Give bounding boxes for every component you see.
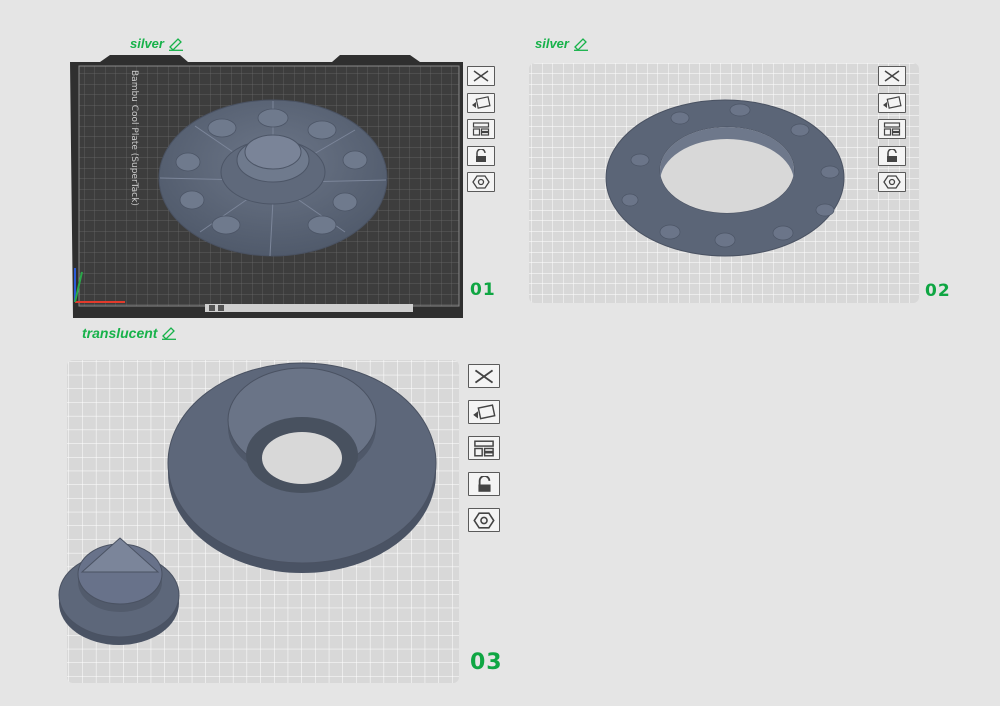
remove-plate-button[interactable]	[468, 364, 500, 388]
lock-icon	[476, 148, 486, 162]
plate-02[interactable]: silver 02	[500, 0, 1000, 330]
plate-settings-button[interactable]	[878, 172, 906, 193]
plate-01-toolbar	[467, 66, 495, 199]
plate-03[interactable]: translucent 03	[0, 320, 520, 706]
plate-03-model-disc[interactable]	[167, 362, 437, 573]
settings-icon	[472, 175, 490, 190]
plate-02-name[interactable]: silver	[535, 36, 589, 51]
orient-icon	[473, 403, 496, 420]
lock-plate-button[interactable]	[878, 145, 906, 166]
plate-03-toolbar	[468, 364, 500, 544]
orient-plate-button[interactable]	[468, 400, 500, 424]
plate-01-bed-text: Bambu Cool Plate (SuperTack)	[129, 70, 139, 206]
plate-03-bed[interactable]	[0, 320, 520, 706]
orient-plate-button[interactable]	[878, 92, 906, 113]
orient-plate-button[interactable]	[467, 92, 495, 113]
lock-icon	[477, 475, 491, 492]
arrange-icon	[474, 439, 494, 457]
lock-plate-button[interactable]	[468, 472, 500, 496]
plate-03-name[interactable]: translucent	[82, 325, 177, 341]
plate-settings-button[interactable]	[467, 172, 495, 193]
plate-01-bed[interactable]: Bambu Cool Plate (SuperTack)	[0, 0, 500, 330]
plate-02-number: 02	[925, 281, 951, 301]
edit-icon[interactable]	[573, 37, 589, 51]
lock-icon	[887, 148, 897, 162]
arrange-icon	[883, 122, 901, 136]
plate-01[interactable]: Bambu Cool Plate (SuperTack) silver 01	[0, 0, 500, 330]
remove-plate-button[interactable]	[467, 66, 495, 86]
orient-icon	[883, 95, 902, 109]
edit-icon[interactable]	[161, 326, 177, 340]
arrange-plate-button[interactable]	[878, 119, 906, 140]
plate-01-name-text: silver	[130, 36, 164, 51]
plate-settings-button[interactable]	[468, 508, 500, 532]
plate-02-name-text: silver	[535, 36, 569, 51]
orient-icon	[472, 95, 491, 109]
arrange-plate-button[interactable]	[467, 119, 495, 140]
plate-03-number: 03	[470, 650, 503, 675]
arrange-plate-button[interactable]	[468, 436, 500, 460]
close-icon	[884, 70, 900, 82]
lock-plate-button[interactable]	[467, 145, 495, 166]
plate-01-number: 01	[470, 280, 496, 300]
plate-03-name-text: translucent	[82, 325, 158, 341]
settings-icon	[883, 175, 901, 190]
settings-icon	[473, 511, 495, 529]
edit-icon[interactable]	[168, 37, 184, 51]
plate-02-toolbar	[878, 66, 906, 199]
arrange-icon	[472, 122, 490, 136]
close-icon	[474, 369, 494, 383]
close-icon	[473, 70, 489, 82]
plate-01-name[interactable]: silver	[130, 36, 184, 51]
remove-plate-button[interactable]	[878, 66, 906, 86]
